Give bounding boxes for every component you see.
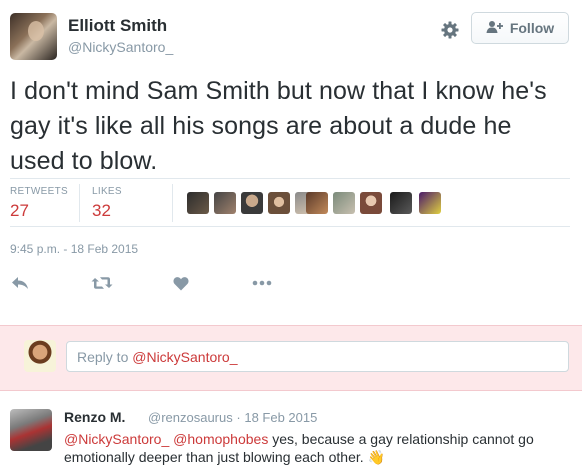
- reply-mention: @NickySantoro_: [132, 349, 238, 365]
- liker-avatar[interactable]: [390, 192, 412, 214]
- add-user-icon: [486, 20, 504, 37]
- likes-label: LIKES: [92, 186, 122, 197]
- author-avatar[interactable]: [10, 13, 57, 60]
- like-icon[interactable]: [170, 272, 192, 294]
- retweets-label: RETWEETS: [10, 186, 68, 197]
- divider: [172, 184, 173, 222]
- liker-avatar[interactable]: [241, 192, 263, 214]
- current-user-avatar[interactable]: [24, 340, 56, 372]
- gear-icon[interactable]: [440, 20, 460, 40]
- liker-avatar[interactable]: [268, 192, 290, 214]
- waving-hand-icon: 👋: [367, 449, 385, 465]
- divider: [79, 184, 80, 222]
- likes-stat[interactable]: LIKES 32: [92, 186, 122, 221]
- separator: ·: [236, 410, 241, 425]
- retweet-icon[interactable]: [91, 272, 113, 294]
- tweet-timestamp[interactable]: 9:45 p.m. - 18 Feb 2015: [10, 242, 138, 256]
- tweet-text: I don't mind Sam Smith but now that I kn…: [10, 77, 547, 175]
- retweets-stat[interactable]: RETWEETS 27: [10, 186, 68, 221]
- reply-mention-link[interactable]: @homophobes: [173, 431, 268, 447]
- reply-icon[interactable]: [9, 272, 31, 294]
- follow-label: Follow: [509, 20, 555, 36]
- liker-avatar[interactable]: [187, 192, 209, 214]
- liker-avatar[interactable]: [419, 192, 441, 214]
- follow-button[interactable]: Follow: [471, 12, 569, 44]
- reply-meta: @renzosaurus · 18 Feb 2015: [148, 410, 317, 425]
- likes-count: 32: [92, 201, 111, 220]
- reply-mention-link[interactable]: @NickySantoro_: [64, 431, 169, 447]
- reply-text: @NickySantoro_ @homophobes yes, because …: [64, 430, 574, 466]
- author-name[interactable]: Elliott Smith: [68, 16, 167, 36]
- more-icon[interactable]: [251, 272, 273, 294]
- liker-avatar[interactable]: [360, 192, 382, 214]
- reply-author-avatar[interactable]: [10, 409, 52, 451]
- retweets-count: 27: [10, 201, 29, 220]
- divider: [10, 178, 570, 179]
- reply-date[interactable]: 18 Feb 2015: [244, 410, 317, 425]
- divider: [10, 226, 570, 227]
- reply-author-name[interactable]: Renzo M.: [64, 409, 125, 425]
- liker-avatar[interactable]: [214, 192, 236, 214]
- liker-avatar[interactable]: [306, 192, 328, 214]
- reply-prefix: Reply to: [77, 349, 133, 365]
- author-handle[interactable]: @NickySantoro_: [68, 39, 173, 55]
- reply-author-handle[interactable]: @renzosaurus: [148, 410, 233, 425]
- reply-input[interactable]: Reply to @NickySantoro_: [66, 341, 569, 372]
- liker-avatar[interactable]: [333, 192, 355, 214]
